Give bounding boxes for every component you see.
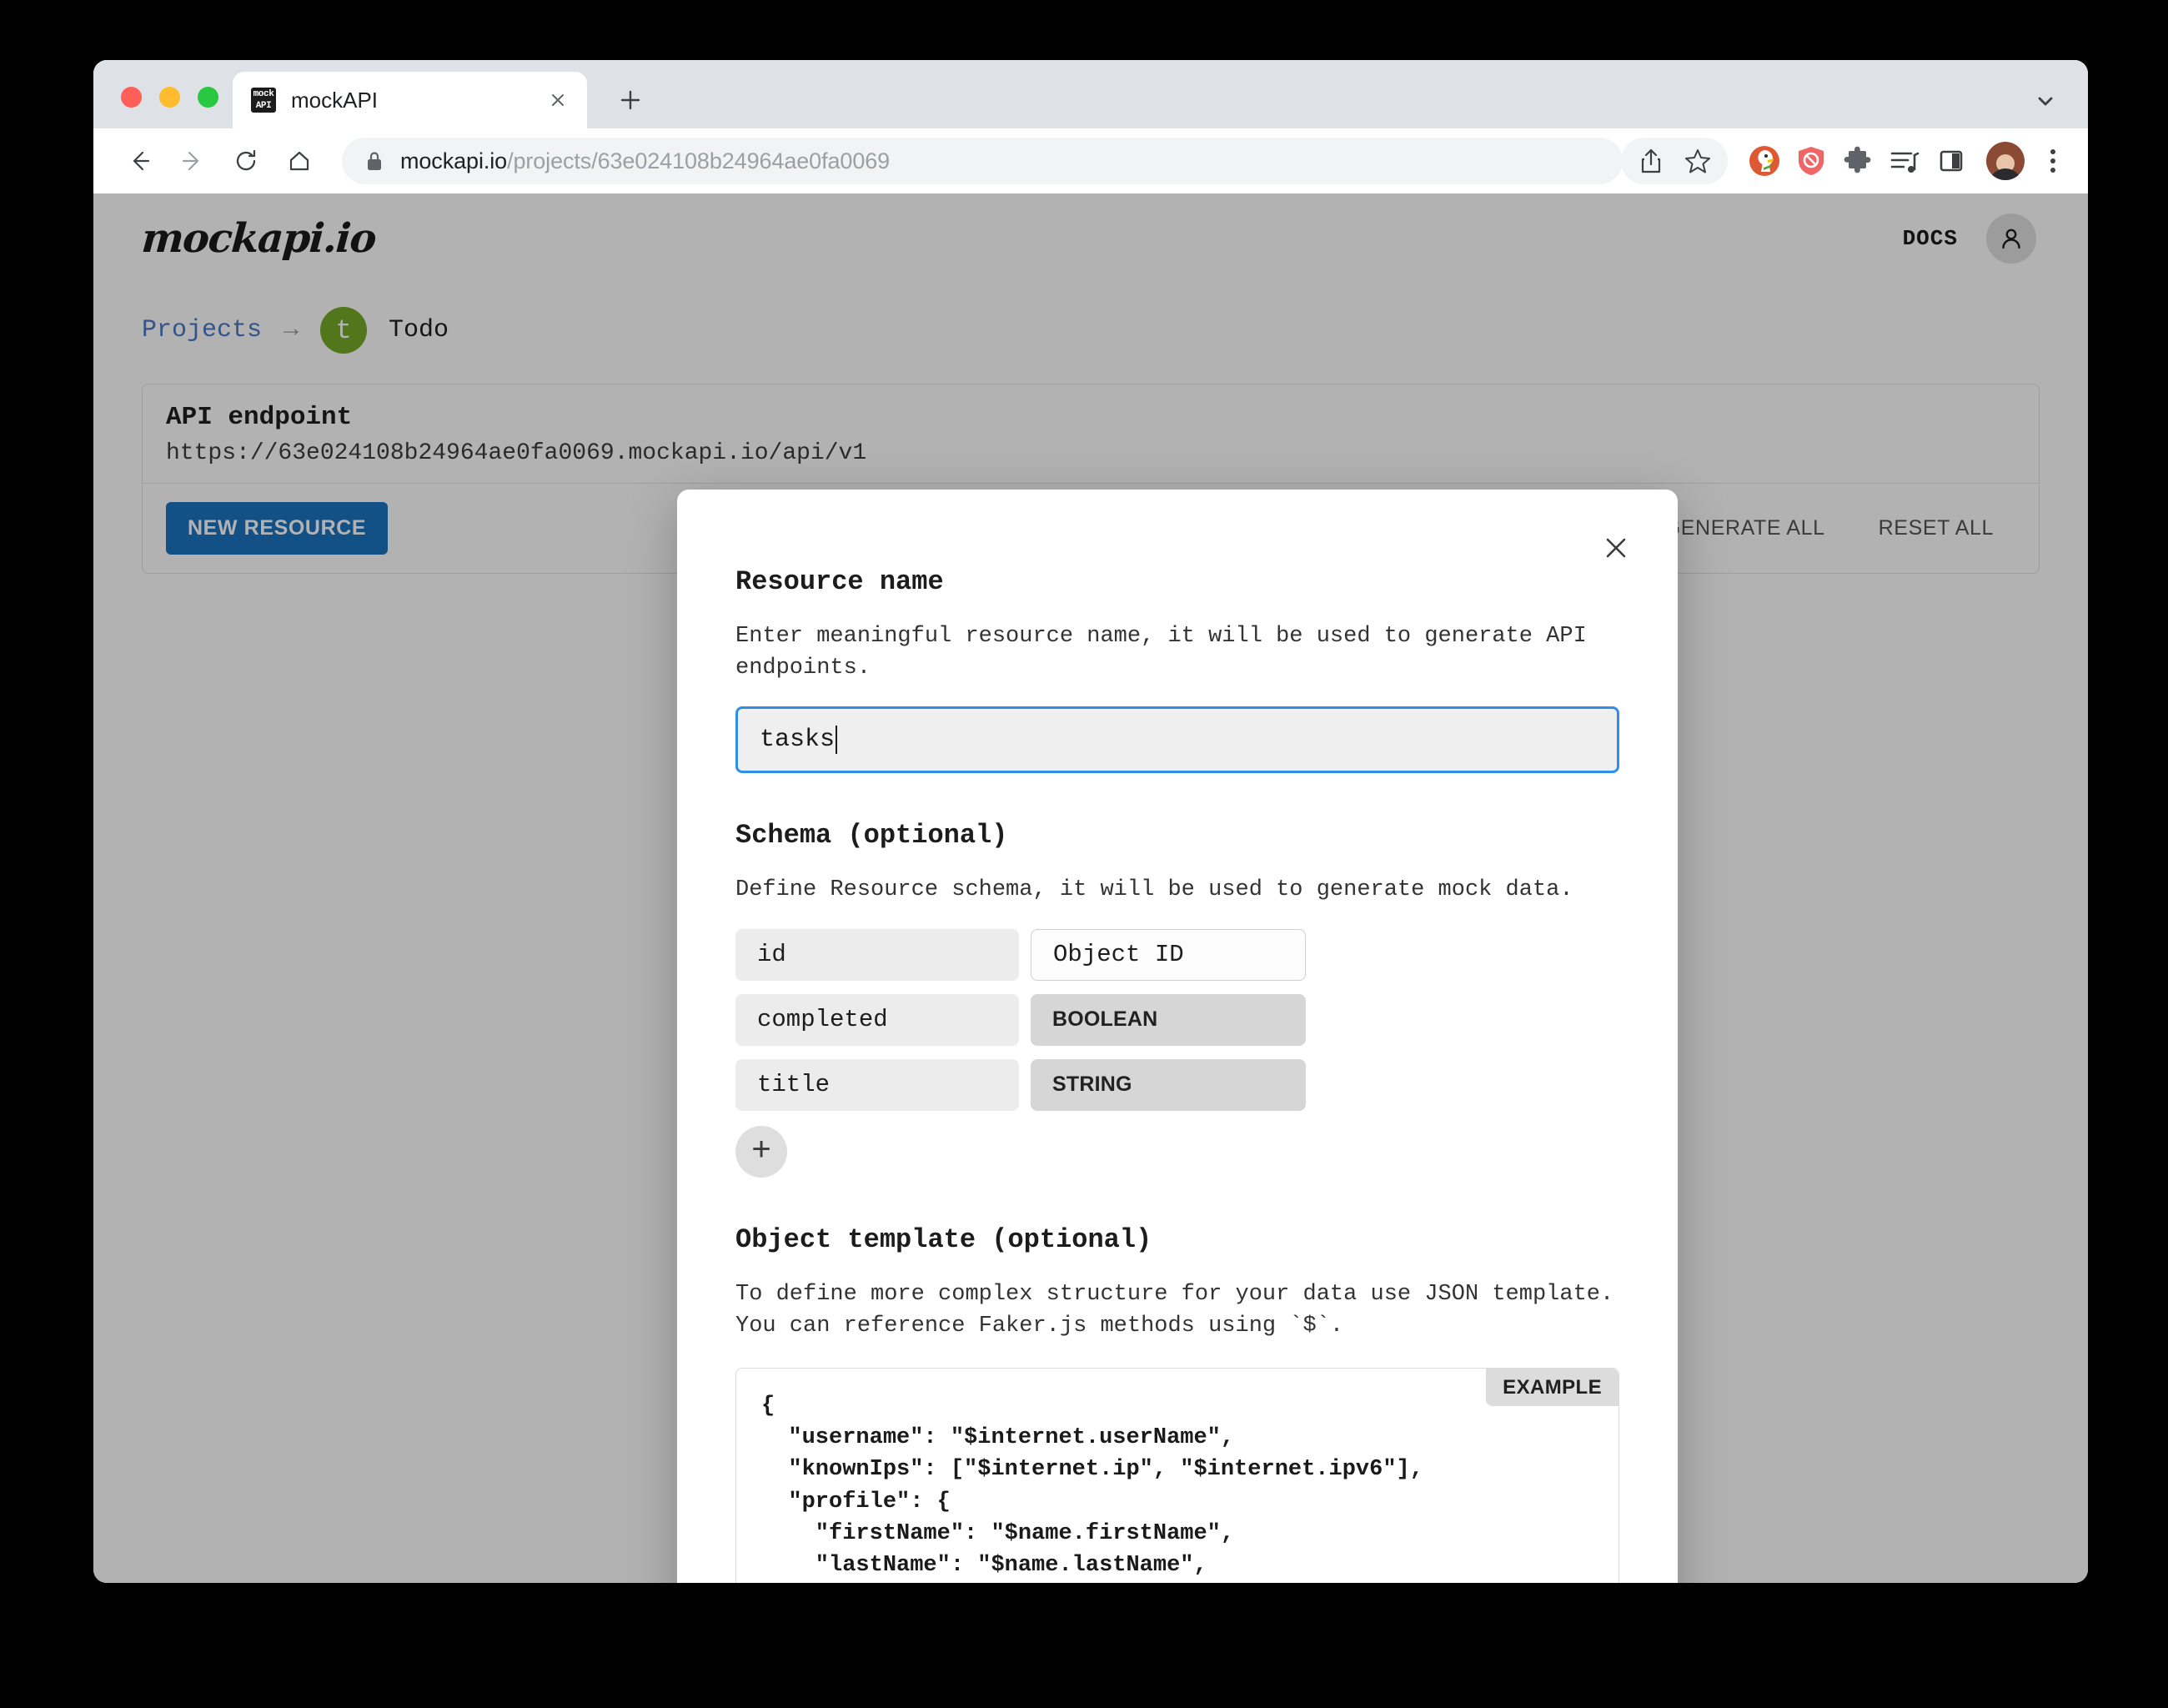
duckduckgo-extension-icon[interactable] bbox=[1741, 138, 1788, 184]
add-schema-field-button[interactable]: + bbox=[735, 1125, 787, 1178]
example-badge: EXAMPLE bbox=[1486, 1368, 1618, 1406]
object-template-heading: Object template (optional) bbox=[735, 1223, 1152, 1255]
modal-body: Resource name Enter meaningful resource … bbox=[677, 490, 1678, 1583]
extension-icon-group bbox=[1741, 138, 2071, 184]
object-template-description: To define more complex structure for you… bbox=[735, 1281, 1614, 1339]
chevron-down-icon[interactable] bbox=[2026, 82, 2065, 120]
minimize-window-button[interactable] bbox=[159, 87, 180, 108]
schema-description: Define Resource schema, it will be used … bbox=[735, 877, 1573, 902]
home-icon[interactable] bbox=[275, 137, 324, 185]
new-resource-modal: Resource name Enter meaningful resource … bbox=[677, 490, 1678, 1583]
new-tab-button[interactable] bbox=[610, 80, 650, 120]
shield-blocker-icon[interactable] bbox=[1788, 138, 1834, 184]
browser-toolbar: mockapi.io/projects/63e024108b24964ae0fa… bbox=[93, 128, 2088, 193]
puzzle-extensions-icon[interactable] bbox=[1834, 138, 1881, 184]
profile-avatar[interactable] bbox=[1986, 142, 2025, 180]
schema-field-type-select[interactable]: Object ID bbox=[1031, 928, 1306, 981]
star-icon[interactable] bbox=[1674, 138, 1721, 184]
media-playlist-icon[interactable] bbox=[1881, 138, 1928, 184]
close-icon[interactable] bbox=[1594, 526, 1638, 570]
close-window-button[interactable] bbox=[121, 87, 142, 108]
omnibox-action-group bbox=[1621, 138, 1728, 184]
schema-field-type-select[interactable]: STRING bbox=[1031, 1058, 1306, 1111]
object-template-example-code: { "username": "$internet.userName", "kno… bbox=[761, 1393, 1423, 1579]
share-icon[interactable] bbox=[1628, 138, 1674, 184]
schema-field-name-input[interactable]: title bbox=[735, 1058, 1019, 1111]
object-template-textarea[interactable]: EXAMPLE { "username": "$internet.userNam… bbox=[735, 1367, 1619, 1583]
mockapi-favicon: mock API bbox=[251, 88, 276, 113]
browser-window: mock API mockAPI mockapi.io/projects/63e… bbox=[93, 60, 2088, 1583]
address-bar-url: mockapi.io/projects/63e024108b24964ae0fa… bbox=[400, 148, 891, 173]
schema-field-type-select[interactable]: BOOLEAN bbox=[1031, 993, 1306, 1046]
resource-name-input[interactable]: tasks bbox=[735, 706, 1619, 773]
resource-name-heading: Resource name bbox=[735, 566, 944, 597]
schema-field-list: id Object ID completed BOOLEAN title STR… bbox=[735, 928, 1619, 1111]
schema-row: id Object ID bbox=[735, 928, 1619, 981]
side-panel-icon[interactable] bbox=[1928, 138, 1975, 184]
text-caret bbox=[836, 725, 838, 754]
schema-field-name-input[interactable]: completed bbox=[735, 993, 1019, 1046]
maximize-window-button[interactable] bbox=[198, 87, 218, 108]
forward-icon[interactable] bbox=[168, 137, 217, 185]
resource-name-description: Enter meaningful resource name, it will … bbox=[735, 624, 1587, 681]
window-traffic-lights bbox=[121, 87, 218, 108]
schema-row: completed BOOLEAN bbox=[735, 993, 1619, 1046]
schema-heading: Schema (optional) bbox=[735, 819, 1008, 851]
page-content: mockapi.io DOCS Projects → t Todo API en… bbox=[93, 193, 2088, 1583]
reload-icon[interactable] bbox=[222, 137, 270, 185]
address-bar[interactable]: mockapi.io/projects/63e024108b24964ae0fa… bbox=[342, 138, 1623, 184]
browser-tab-strip: mock API mockAPI bbox=[93, 60, 2088, 128]
three-dot-menu-icon[interactable] bbox=[2035, 138, 2071, 184]
resource-name-value: tasks bbox=[760, 725, 836, 754]
schema-row: title STRING bbox=[735, 1058, 1619, 1111]
browser-tab-title: mockAPI bbox=[291, 87, 379, 113]
browser-tab[interactable]: mock API mockAPI bbox=[233, 72, 587, 128]
schema-field-name-input[interactable]: id bbox=[735, 928, 1019, 981]
back-icon[interactable] bbox=[115, 137, 163, 185]
close-icon[interactable] bbox=[544, 86, 572, 114]
lock-icon bbox=[365, 150, 384, 172]
